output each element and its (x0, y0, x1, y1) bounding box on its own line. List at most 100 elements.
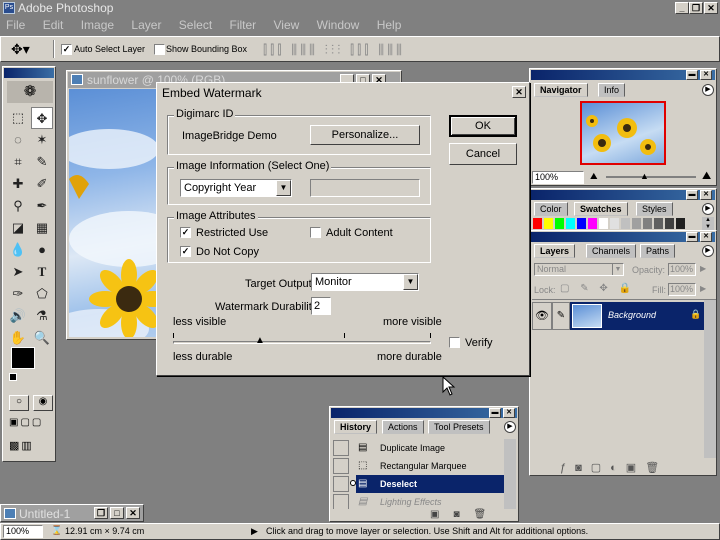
magic-wand-icon[interactable]: ✶ (31, 129, 53, 151)
slice-tool-icon[interactable]: ✎ (31, 151, 53, 173)
history-close-button[interactable]: ✕ (503, 408, 515, 418)
swatch[interactable] (621, 218, 630, 229)
swatch[interactable] (610, 218, 619, 229)
swatch[interactable] (632, 218, 641, 229)
navigator-close-button[interactable]: ✕ (700, 70, 712, 80)
swatch[interactable] (577, 218, 586, 229)
menu-file[interactable]: File (6, 18, 25, 32)
tab-history[interactable]: History (334, 420, 378, 434)
durability-slider-track[interactable] (173, 341, 431, 344)
type-tool-icon[interactable]: T (31, 261, 53, 283)
minimize-button[interactable]: _ (675, 2, 689, 14)
history-footer-icons[interactable]: ▣◙🗑 (430, 509, 500, 520)
minimized-close-button[interactable]: ✕ (126, 507, 140, 519)
navigator-zoom-slider[interactable] (606, 176, 696, 178)
crop-tool-icon[interactable]: ⌗ (7, 151, 29, 173)
lasso-tool-icon[interactable]: ◌ (7, 129, 29, 151)
swatch[interactable] (676, 218, 685, 229)
tab-swatches[interactable]: Swatches (574, 202, 628, 216)
gradient-tool-icon[interactable]: ▦ (31, 217, 53, 239)
adobe-online-icon[interactable]: ❁ (7, 81, 53, 103)
auto-select-layer-checkbox[interactable]: ✓ (61, 43, 72, 55)
minimized-restore-button[interactable]: ❐ (94, 507, 108, 519)
eraser-tool-icon[interactable]: ◪ (7, 217, 29, 239)
menu-layer[interactable]: Layer (131, 18, 161, 32)
history-scrollbar[interactable] (504, 439, 516, 509)
navigator-zoom-field[interactable]: 100% (532, 171, 584, 184)
menu-window[interactable]: Window (317, 18, 360, 32)
brush-tool-icon[interactable]: ✐ (31, 173, 53, 195)
tab-actions[interactable]: Actions (382, 420, 424, 434)
quick-mask-icon[interactable]: ◉ (33, 395, 53, 411)
marquee-tool-icon[interactable]: ⬚ (7, 107, 29, 129)
zoom-tool-icon[interactable]: 🔍 (31, 327, 53, 349)
menu-edit[interactable]: Edit (43, 18, 64, 32)
swatch[interactable] (566, 218, 575, 229)
tab-navigator[interactable]: Navigator (534, 83, 588, 97)
swatch[interactable] (599, 218, 608, 229)
menu-filter[interactable]: Filter (230, 18, 257, 32)
personalize-button[interactable]: Personalize... (310, 125, 420, 145)
eyedropper-icon[interactable]: ⚗ (31, 305, 53, 327)
tab-color[interactable]: Color (534, 202, 568, 216)
show-bounding-box-checkbox[interactable] (154, 43, 165, 55)
foreground-color[interactable] (11, 347, 35, 369)
layers-footer-icons[interactable]: ƒ◙▢◐▣🗑 (560, 461, 668, 474)
hand-tool-icon[interactable]: ✋ (7, 327, 29, 349)
navigator-thumbnail[interactable] (580, 101, 666, 165)
swatch[interactable] (588, 218, 597, 229)
tab-paths[interactable]: Paths (640, 244, 676, 258)
healing-brush-icon[interactable]: ✚ (7, 173, 29, 195)
minimized-document[interactable]: Untitled-1 ❐ □ ✕ (0, 504, 144, 522)
navigator-slider-thumb[interactable]: ▲ (640, 171, 649, 181)
swatches-minimize-button[interactable]: ▬ (686, 190, 698, 200)
tab-channels[interactable]: Channels (586, 244, 637, 258)
tab-layers[interactable]: Layers (534, 244, 576, 258)
layers-minimize-button[interactable]: ▬ (686, 232, 698, 242)
brush-link-icon[interactable]: ✎ (552, 302, 570, 330)
fill-field[interactable]: 100% (668, 283, 696, 296)
clone-stamp-icon[interactable]: ⚲ (7, 195, 29, 217)
standard-mode-icon[interactable]: ○ (9, 395, 29, 411)
zoom-out-icon[interactable]: ⛰ (590, 171, 598, 182)
panel-menu-icon[interactable]: ▶ (504, 421, 516, 433)
panel-menu-icon[interactable]: ▶ (702, 245, 714, 257)
navigator-minimize-button[interactable]: ▬ (686, 70, 698, 80)
swatch[interactable] (665, 218, 674, 229)
restricted-use-checkbox[interactable]: ✓ (180, 226, 191, 238)
path-select-icon[interactable]: ➤ (7, 261, 29, 283)
move-tool-preset-icon[interactable]: ✥▾ (11, 39, 41, 59)
eye-icon[interactable]: 👁 (532, 302, 552, 330)
menu-image[interactable]: Image (81, 18, 114, 32)
panel-menu-icon[interactable]: ▶ (702, 84, 714, 96)
swatch[interactable] (654, 218, 663, 229)
blend-mode-select[interactable]: Normal ▼ (534, 263, 624, 276)
do-not-copy-checkbox[interactable]: ✓ (180, 245, 191, 257)
minimized-maximize-button[interactable]: □ (110, 507, 124, 519)
dodge-tool-icon[interactable]: ● (31, 239, 53, 261)
pen-tool-icon[interactable]: ✑ (7, 283, 29, 305)
restore-button[interactable]: ❐ (689, 2, 703, 14)
menu-select[interactable]: Select (179, 18, 212, 32)
close-button[interactable]: ✕ (704, 2, 718, 14)
history-item-current[interactable]: ▤ Deselect (332, 475, 508, 493)
jump-to-imageready-icon[interactable]: ▩▥ (9, 439, 53, 455)
blur-tool-icon[interactable]: 💧 (7, 239, 29, 261)
move-tool-icon[interactable]: ✥ (31, 107, 53, 129)
cancel-button[interactable]: Cancel (449, 143, 517, 165)
shape-tool-icon[interactable]: ⬠ (31, 283, 53, 305)
swatch[interactable] (555, 218, 564, 229)
menu-view[interactable]: View (274, 18, 300, 32)
tab-info[interactable]: Info (598, 83, 626, 97)
panel-menu-icon[interactable]: ▶ (702, 203, 714, 215)
history-brush-icon[interactable]: ✒ (31, 195, 53, 217)
dialog-close-button[interactable]: ✕ (512, 86, 526, 98)
swatch[interactable] (544, 218, 553, 229)
target-output-select[interactable]: Monitor ▼ (311, 273, 419, 291)
fill-slider-icon[interactable]: ▶ (700, 284, 706, 293)
adult-content-checkbox[interactable] (310, 226, 321, 238)
align-icons[interactable]: ⫿⫿⫿ ⫼⫼⫼ ⫶⫶⫶ ⫿⫿⫿ ⫼⫼⫼ (263, 42, 405, 58)
history-item-undone[interactable]: ▤ Lighting Effects (332, 493, 508, 509)
menu-help[interactable]: Help (377, 18, 402, 32)
image-info-select[interactable]: Copyright Year ▼ (180, 179, 292, 197)
